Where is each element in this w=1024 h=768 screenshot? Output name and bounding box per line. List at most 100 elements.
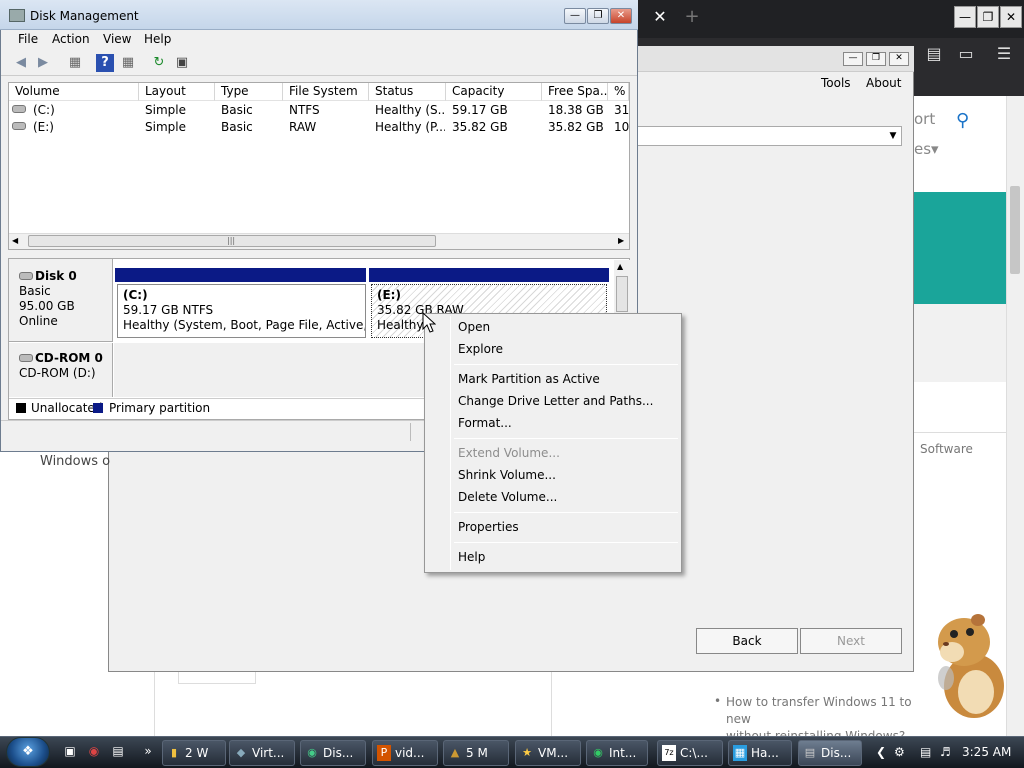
nav-services-link[interactable]: es▾: [914, 140, 939, 158]
wizard-close-button[interactable]: ✕: [889, 52, 909, 66]
menu-item-open[interactable]: Open: [458, 320, 490, 334]
taskbar-button-group[interactable]: ▲ 5 M: [443, 740, 509, 766]
menu-help[interactable]: Help: [144, 32, 171, 46]
cdrom-label[interactable]: CD-ROM 0 CD-ROM (D:): [9, 343, 113, 397]
primary-swatch: [93, 403, 103, 413]
browser-close-button[interactable]: ✕: [1000, 6, 1022, 28]
column-layout[interactable]: Layout: [139, 83, 215, 101]
quicklaunch-chevron-icon[interactable]: »: [140, 744, 156, 760]
column-type[interactable]: Type: [215, 83, 283, 101]
menu-separator: [454, 364, 678, 365]
browser-maximize-button[interactable]: ❐: [977, 6, 999, 28]
cdrom-name: CD-ROM 0: [19, 351, 112, 366]
powerpoint-icon: P: [377, 745, 391, 761]
sidebar-icon[interactable]: ▭: [956, 44, 976, 64]
partition-e-header: [369, 268, 609, 282]
taskbar-button-explorer[interactable]: ▮ 2 W: [162, 740, 226, 766]
nav-support-link[interactable]: ort: [914, 110, 935, 128]
show-hide-console-icon[interactable]: ▦: [66, 54, 84, 72]
disk-management-icon: ▤: [804, 746, 816, 759]
browser-quicklaunch-icon[interactable]: ◉: [86, 744, 102, 760]
volume-icon[interactable]: ♬: [940, 745, 951, 759]
menu-item-help[interactable]: Help: [458, 550, 485, 564]
search-icon[interactable]: ⚲: [956, 110, 969, 131]
taskbar-button-7zip[interactable]: 7z C:\...: [657, 740, 723, 766]
taskbar-button-ha[interactable]: ▦ Ha...: [728, 740, 792, 766]
tray-app-icon[interactable]: ⚙: [894, 745, 905, 759]
menu-action[interactable]: Action: [52, 32, 90, 46]
column-percent-free[interactable]: % F: [608, 83, 629, 101]
partition-e-label: (E:): [377, 288, 401, 302]
clock[interactable]: 3:25 AM: [962, 745, 1011, 759]
taskbar-button-internet[interactable]: ◉ Int...: [586, 740, 648, 766]
taskbar-button-virtualbox[interactable]: ◆ Virt...: [229, 740, 295, 766]
next-button[interactable]: Next: [800, 628, 902, 654]
table-cell: 100: [614, 120, 630, 134]
menu-item-mark-active[interactable]: Mark Partition as Active: [458, 372, 600, 386]
group-icon: ▲: [450, 746, 460, 759]
menu-item-change-drive-letter[interactable]: Change Drive Letter and Paths...: [458, 394, 653, 408]
taskbar-label: 2 W: [185, 746, 209, 760]
library-icon[interactable]: ▤: [924, 44, 944, 64]
scroll-up-icon[interactable]: ▲: [617, 262, 623, 271]
mouse-cursor-icon: [422, 312, 436, 333]
column-volume[interactable]: Volume: [9, 83, 139, 101]
scroll-left-icon[interactable]: ◀: [12, 236, 18, 245]
menu-view[interactable]: View: [103, 32, 131, 46]
disk-0-label[interactable]: Disk 0 Basic 95.00 GB Online: [9, 259, 113, 342]
menu-item-shrink-volume[interactable]: Shrink Volume...: [458, 468, 556, 482]
hamburger-menu-icon[interactable]: ☰: [994, 44, 1014, 64]
help-icon[interactable]: ?: [96, 54, 114, 72]
refresh-icon[interactable]: ↻: [150, 54, 168, 72]
back-arrow-icon[interactable]: ◀: [12, 54, 30, 72]
table-cell: 31: [614, 103, 630, 117]
network-icon[interactable]: ▤: [920, 745, 931, 759]
wizard-menu-about[interactable]: About: [866, 76, 901, 90]
chevron-down-icon[interactable]: ▼: [886, 128, 900, 144]
taskbar-button-vm[interactable]: ★ VM...: [515, 740, 581, 766]
rescan-icon[interactable]: ▣: [173, 54, 191, 72]
column-capacity[interactable]: Capacity: [446, 83, 542, 101]
tray-expand-icon[interactable]: ❮: [876, 745, 886, 759]
column-free-space[interactable]: Free Spa...: [542, 83, 608, 101]
properties-icon[interactable]: ▦: [119, 54, 137, 72]
maximize-button[interactable]: ❐: [587, 8, 609, 24]
computer-quicklaunch-icon[interactable]: ▤: [110, 744, 126, 760]
column-status[interactable]: Status: [369, 83, 446, 101]
menu-item-explore[interactable]: Explore: [458, 342, 503, 356]
forward-arrow-icon[interactable]: ▶: [34, 54, 52, 72]
taskbar-button-video[interactable]: Pvid...: [372, 740, 438, 766]
taskbar-button-disk-management[interactable]: ▤ Dis...: [798, 740, 862, 766]
graph-scrollbar-thumb[interactable]: [616, 276, 628, 312]
menu-file[interactable]: File: [18, 32, 38, 46]
column-file-system[interactable]: File System: [283, 83, 369, 101]
scroll-right-icon[interactable]: ▶: [618, 236, 624, 245]
software-link[interactable]: Software: [920, 442, 973, 456]
windows-text: Windows o: [40, 454, 111, 469]
taskbar-button-disk-tool[interactable]: ◉ Dis...: [300, 740, 366, 766]
partition-c[interactable]: (C:) 59.17 GB NTFS Healthy (System, Boot…: [117, 284, 366, 338]
menu-separator: [454, 438, 678, 439]
table-cell[interactable]: (E:): [33, 119, 54, 135]
wizard-menu-tools[interactable]: Tools: [821, 76, 851, 90]
menu-item-properties[interactable]: Properties: [458, 520, 519, 534]
show-desktop-icon[interactable]: ▣: [62, 744, 78, 760]
minimize-button[interactable]: —: [564, 8, 586, 24]
table-cell: 59.17 GB: [452, 103, 508, 117]
back-button[interactable]: Back: [696, 628, 798, 654]
menu-gutter: [450, 316, 451, 570]
wizard-maximize-button[interactable]: ❐: [866, 52, 886, 66]
close-button[interactable]: ✕: [610, 8, 632, 24]
menu-separator: [454, 512, 678, 513]
wizard-dropdown[interactable]: [636, 126, 902, 146]
table-cell: 18.38 GB: [548, 103, 604, 117]
new-tab-icon[interactable]: +: [682, 6, 702, 28]
menu-item-delete-volume[interactable]: Delete Volume...: [458, 490, 557, 504]
table-cell[interactable]: (C:): [33, 102, 55, 118]
menu-item-format[interactable]: Format...: [458, 416, 512, 430]
browser-minimize-button[interactable]: —: [954, 6, 976, 28]
page-scrollbar-thumb[interactable]: [1010, 186, 1020, 274]
wizard-minimize-button[interactable]: —: [843, 52, 863, 66]
disk-name: Disk 0: [35, 269, 77, 283]
close-tab-icon[interactable]: ✕: [650, 6, 670, 28]
